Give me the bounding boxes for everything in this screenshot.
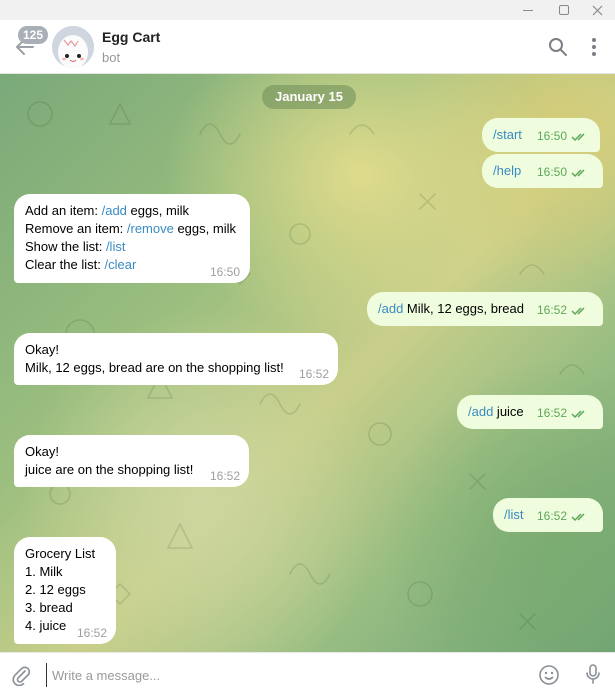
close-window-button[interactable]: [579, 0, 615, 20]
message-line: Okay!: [25, 342, 59, 357]
close-icon: [592, 5, 602, 15]
outgoing-message-help[interactable]: /help 16:50: [482, 154, 603, 188]
more-menu-button[interactable]: [583, 36, 603, 58]
paperclip-icon: [12, 666, 31, 687]
minimize-button[interactable]: [510, 0, 546, 20]
unread-count-badge: 125: [18, 26, 49, 44]
message-line: 1. Milk: [25, 564, 63, 579]
search-button[interactable]: [547, 36, 569, 58]
message-line: Remove an item: /remove eggs, milk: [25, 221, 236, 236]
message-line: Milk, 12 eggs, bread are on the shopping…: [25, 360, 284, 375]
emoji-button[interactable]: [537, 663, 561, 687]
command-link[interactable]: /add: [468, 404, 493, 419]
bot-avatar[interactable]: [52, 26, 94, 68]
message-line: Okay!: [25, 444, 59, 459]
command-link[interactable]: /start: [493, 127, 522, 142]
command-link[interactable]: /remove: [127, 221, 174, 236]
read-double-check-icon: [571, 168, 589, 178]
message-line: Clear the list: /clear: [25, 257, 137, 272]
message-time: 16:52: [537, 509, 568, 523]
message-line: Grocery List: [25, 546, 96, 561]
message-time: 16:52: [299, 367, 330, 381]
message-time: 16:52: [537, 303, 568, 317]
message-time: 16:52: [77, 626, 108, 640]
search-icon: [549, 38, 567, 56]
message-list[interactable]: January 15 /start 16:50 /help 16:50 Add …: [0, 74, 615, 652]
incoming-message-grocery-list[interactable]: Grocery List 1. Milk 2. 12 eggs 3. bread…: [14, 537, 116, 644]
message-line: juice are on the shopping list!: [25, 462, 194, 477]
incoming-message-confirm[interactable]: Okay! Milk, 12 eggs, bread are on the sh…: [14, 333, 338, 385]
message-line: 2. 12 eggs: [25, 582, 86, 597]
maximize-icon: [559, 5, 569, 15]
chat-subtitle: bot: [102, 50, 121, 65]
microphone-icon: [586, 664, 600, 684]
read-double-check-icon: [571, 306, 589, 316]
read-double-check-icon: [571, 132, 589, 142]
message-time: 16:50: [537, 165, 568, 179]
voice-record-button[interactable]: [581, 662, 605, 688]
message-time: 16:50: [210, 265, 241, 279]
message-line: 3. bread: [25, 600, 73, 615]
command-link[interactable]: /list: [504, 507, 524, 522]
read-double-check-icon: [571, 409, 589, 419]
outgoing-message-add-juice[interactable]: /add juice 16:52: [457, 395, 603, 429]
command-link[interactable]: /clear: [104, 257, 136, 272]
command-link[interactable]: /add: [102, 203, 127, 218]
message-input[interactable]: [46, 663, 516, 687]
smile-icon: [539, 665, 559, 685]
outgoing-message-add-items[interactable]: /add Milk, 12 eggs, bread 16:52: [367, 292, 603, 326]
read-double-check-icon: [571, 512, 589, 522]
message-line: Show the list: /list: [25, 239, 126, 254]
message-time: 16:50: [537, 129, 568, 143]
date-separator: January 15: [262, 85, 356, 109]
command-link[interactable]: /add: [378, 301, 403, 316]
incoming-message-help[interactable]: Add an item: /add eggs, milk Remove an i…: [14, 194, 250, 283]
incoming-message-confirm[interactable]: Okay! juice are on the shopping list! 16…: [14, 435, 249, 487]
message-time: 16:52: [210, 469, 241, 483]
outgoing-message-start[interactable]: /start 16:50: [482, 118, 600, 152]
window-titlebar: [0, 0, 615, 20]
maximize-button[interactable]: [546, 0, 582, 20]
chat-title[interactable]: Egg Cart: [102, 29, 160, 45]
command-link[interactable]: /list: [106, 239, 126, 254]
outgoing-message-list[interactable]: /list 16:52: [493, 498, 603, 532]
egg-avatar-icon: [52, 26, 94, 68]
message-line: Add an item: /add eggs, milk: [25, 203, 190, 218]
attach-button[interactable]: [10, 664, 32, 687]
command-link[interactable]: /help: [493, 163, 521, 178]
message-time: 16:52: [537, 406, 568, 420]
more-vertical-icon: [592, 38, 596, 56]
minimize-icon: [523, 9, 533, 11]
message-composer: [0, 652, 615, 696]
chat-header: 125 Egg Cart bot: [0, 20, 615, 74]
